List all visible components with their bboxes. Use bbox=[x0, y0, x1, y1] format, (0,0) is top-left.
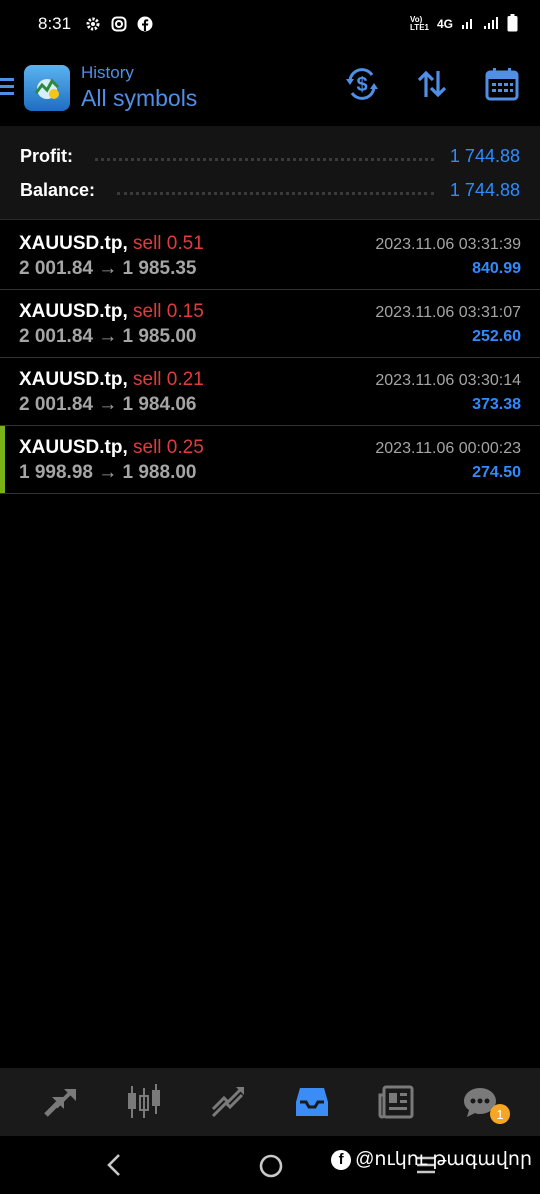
trade-time: 2023.11.06 00:00:23 bbox=[375, 440, 521, 457]
trade-prices: 1 998.98 → 1 988.00 bbox=[19, 462, 197, 483]
profit-label: Profit: bbox=[20, 145, 73, 166]
back-icon[interactable] bbox=[104, 1152, 124, 1183]
header-title[interactable]: All symbols bbox=[81, 83, 197, 113]
trade-side: sell 0.21 bbox=[133, 369, 204, 390]
status-time: 8:31 bbox=[38, 14, 72, 33]
signal-4g-icon bbox=[461, 16, 475, 33]
chat-badge: 1 bbox=[490, 1104, 510, 1124]
trade-profit: 840.99 bbox=[472, 260, 521, 277]
trade-symbol: XAUUSD.tp, bbox=[19, 301, 128, 322]
profit-row: Profit: 1 744.88 bbox=[20, 141, 520, 171]
trade-symbol: XAUUSD.tp, bbox=[19, 369, 128, 390]
trade-symbol: XAUUSD.tp, bbox=[19, 233, 128, 254]
trade-time: 2023.11.06 03:30:14 bbox=[375, 372, 521, 389]
trade-icon[interactable] bbox=[204, 1078, 252, 1126]
profit-value: 1 744.88 bbox=[449, 145, 520, 166]
summary-panel: Profit: 1 744.88 Balance: 1 744.88 bbox=[0, 126, 540, 220]
network-type: 4G bbox=[436, 17, 453, 31]
trade-symbol: XAUUSD.tp, bbox=[19, 437, 128, 458]
instagram-icon bbox=[111, 16, 127, 32]
news-icon[interactable] bbox=[372, 1078, 420, 1126]
signal-icon bbox=[483, 16, 499, 33]
leader-dots bbox=[95, 157, 434, 161]
trade-row[interactable]: XAUUSD.tp, sell 0.15 2 001.84 → 1 985.00… bbox=[0, 290, 540, 358]
volte-icon: Vo) LTE1 bbox=[410, 15, 429, 32]
chat-icon[interactable]: 1 bbox=[456, 1078, 510, 1126]
home-icon[interactable] bbox=[258, 1153, 284, 1184]
leader-dots bbox=[117, 191, 434, 195]
trade-profit: 274.50 bbox=[472, 464, 521, 481]
trade-side: sell 0.51 bbox=[133, 233, 204, 254]
header-subtitle: History bbox=[81, 63, 134, 82]
battery-icon bbox=[507, 13, 518, 35]
bottom-nav: 1 bbox=[0, 1068, 540, 1136]
status-bar: 8:31 Vo) LTE1 4G bbox=[0, 0, 540, 48]
balance-label: Balance: bbox=[20, 179, 96, 200]
facebook-icon: f bbox=[331, 1149, 352, 1170]
trade-prices: 2 001.84 → 1 985.35 bbox=[19, 258, 197, 279]
row-highlight-bar bbox=[0, 426, 5, 493]
trade-profit: 252.60 bbox=[472, 328, 521, 345]
svg-text:$: $ bbox=[356, 74, 367, 96]
app-header: History All symbols $ bbox=[0, 52, 540, 124]
gear-icon bbox=[85, 16, 101, 32]
sort-icon[interactable] bbox=[414, 66, 450, 102]
quotes-icon[interactable] bbox=[36, 1078, 84, 1126]
trade-side: sell 0.15 bbox=[133, 301, 204, 322]
app-logo bbox=[24, 65, 70, 111]
watermark-text: @ուկու թագավոր bbox=[355, 1149, 532, 1170]
trade-time: 2023.11.06 03:31:39 bbox=[375, 236, 521, 253]
currency-filter-icon[interactable]: $ bbox=[344, 66, 380, 102]
system-nav-bar: f @ուկու թագավոր bbox=[0, 1136, 540, 1194]
balance-value: 1 744.88 bbox=[449, 179, 520, 200]
facebook-icon bbox=[137, 16, 153, 32]
watermark: f @ուկու թագավոր bbox=[331, 1148, 532, 1171]
trade-profit: 373.38 bbox=[472, 396, 521, 413]
trade-row[interactable]: XAUUSD.tp, sell 0.51 2 001.84 → 1 985.35… bbox=[0, 222, 540, 290]
trade-prices: 2 001.84 → 1 985.00 bbox=[19, 326, 197, 347]
trade-row[interactable]: XAUUSD.tp, sell 0.21 2 001.84 → 1 984.06… bbox=[0, 358, 540, 426]
trade-side: sell 0.25 bbox=[133, 437, 204, 458]
chart-icon[interactable] bbox=[120, 1078, 168, 1126]
calendar-icon[interactable] bbox=[484, 66, 520, 102]
history-icon[interactable] bbox=[288, 1078, 336, 1126]
trade-time: 2023.11.06 03:31:07 bbox=[375, 304, 521, 321]
menu-icon[interactable] bbox=[0, 75, 22, 102]
trade-row[interactable]: XAUUSD.tp, sell 0.25 1 998.98 → 1 988.00… bbox=[0, 426, 540, 494]
trade-prices: 2 001.84 → 1 984.06 bbox=[19, 394, 197, 415]
balance-row: Balance: 1 744.88 bbox=[20, 175, 520, 205]
